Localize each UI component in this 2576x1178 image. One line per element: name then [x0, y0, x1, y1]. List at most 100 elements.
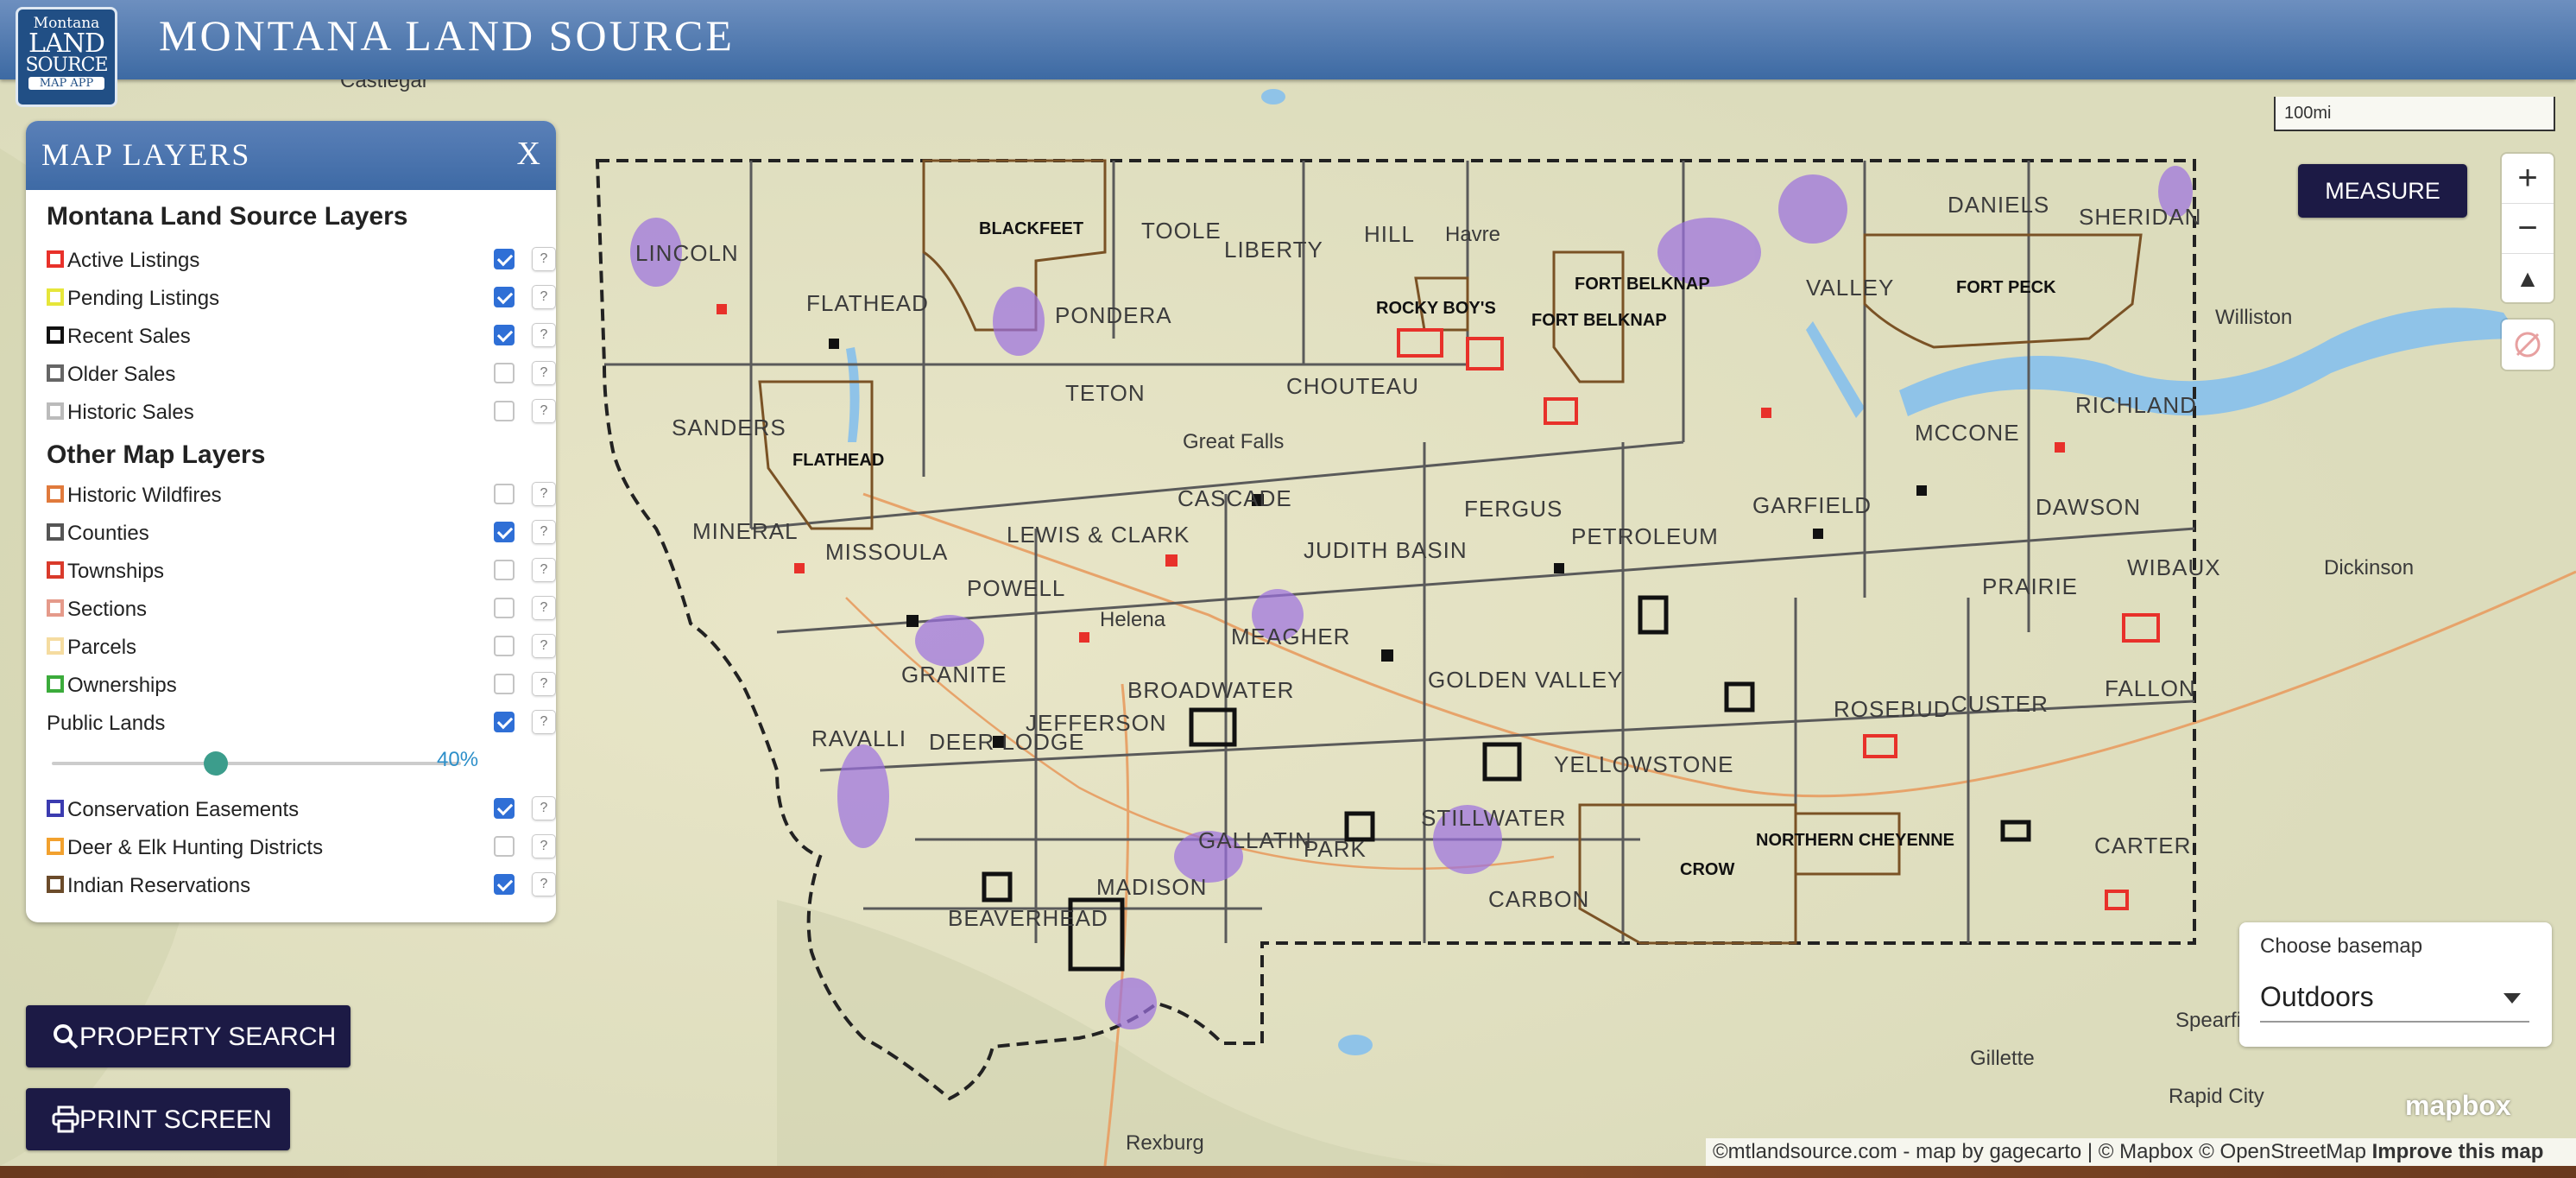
- county-label: LIBERTY: [1224, 237, 1323, 263]
- layer-checkbox[interactable]: [494, 484, 515, 504]
- layer-checkbox[interactable]: [494, 287, 515, 307]
- layer-row[interactable]: Historic Wildfires?: [47, 480, 556, 513]
- layer-row[interactable]: Recent Sales?: [47, 321, 556, 354]
- layer-checkbox[interactable]: [494, 363, 515, 383]
- layer-help-button[interactable]: ?: [532, 482, 556, 506]
- layer-checkbox[interactable]: [494, 798, 515, 819]
- panel-title: MAP LAYERS: [41, 137, 251, 172]
- layer-row[interactable]: Active Listings?: [47, 245, 556, 278]
- county-label: GRANITE: [901, 662, 1007, 687]
- layer-checkbox[interactable]: [494, 522, 515, 542]
- layer-checkbox[interactable]: [494, 874, 515, 895]
- layer-help-button[interactable]: ?: [532, 834, 556, 858]
- layer-checkbox[interactable]: [494, 560, 515, 580]
- layer-help-button[interactable]: ?: [532, 872, 556, 896]
- app-logo[interactable]: Montana LAND SOURCE MAP APP: [16, 7, 117, 107]
- layer-row[interactable]: Older Sales?: [47, 359, 556, 392]
- layer-checkbox[interactable]: [494, 325, 515, 345]
- county-label: ROSEBUD: [1834, 696, 1951, 722]
- measure-button[interactable]: MEASURE: [2298, 164, 2467, 218]
- layer-checkbox[interactable]: [494, 249, 515, 269]
- county-label: MISSOULA: [825, 539, 949, 565]
- layer-row[interactable]: Parcels?: [47, 632, 556, 665]
- opacity-slider-knob[interactable]: [203, 751, 228, 776]
- county-label: CARBON: [1488, 886, 1590, 912]
- county-label: PETROLEUM: [1571, 523, 1719, 549]
- layer-help-button[interactable]: ?: [532, 596, 556, 620]
- layer-help-button[interactable]: ?: [532, 285, 556, 309]
- lake: [1338, 1035, 1373, 1055]
- layer-label: Townships: [67, 560, 165, 583]
- attribution-text: ©mtlandsource.com - map by gagecarto | ©…: [1713, 1140, 2366, 1163]
- layer-label: Sections: [67, 598, 148, 621]
- opacity-slider[interactable]: [52, 751, 461, 776]
- layer-help-button[interactable]: ?: [532, 323, 556, 347]
- layer-help-button[interactable]: ?: [532, 520, 556, 544]
- layer-checkbox[interactable]: [494, 712, 515, 732]
- reservation-label: FORT PECK: [1956, 278, 2056, 297]
- layer-label: Active Listings: [67, 249, 200, 272]
- layer-label: Deer & Elk Hunting Districts: [67, 836, 324, 859]
- layer-swatch: [47, 800, 64, 817]
- county-label: SANDERS: [672, 415, 786, 440]
- layer-checkbox[interactable]: [494, 836, 515, 857]
- compass-button[interactable]: ▲: [2502, 254, 2554, 303]
- place-label: Rapid City: [2169, 1085, 2264, 1108]
- layer-help-button[interactable]: ?: [532, 672, 556, 696]
- basemap-label: Choose basemap: [2260, 934, 2423, 958]
- layer-row[interactable]: Indian Reservations?: [47, 871, 556, 903]
- layer-help-button[interactable]: ?: [532, 634, 556, 658]
- zoom-out-button[interactable]: −: [2502, 204, 2554, 254]
- layer-help-button[interactable]: ?: [532, 399, 556, 423]
- layer-checkbox[interactable]: [494, 598, 515, 618]
- layer-help-button[interactable]: ?: [532, 558, 556, 582]
- layer-row[interactable]: Pending Listings?: [47, 283, 556, 316]
- property-search-button[interactable]: PROPERTY SEARCH: [26, 1005, 350, 1067]
- reservation-label: NORTHERN CHEYENNE: [1756, 831, 1955, 850]
- reservation-label: FORT BELKNAP: [1575, 275, 1710, 294]
- reservation-label: FLATHEAD: [792, 451, 885, 470]
- place-label: Havre: [1445, 223, 1501, 246]
- layer-row[interactable]: Public Lands?: [47, 708, 556, 741]
- layer-label: Ownerships: [67, 674, 177, 697]
- layer-row[interactable]: Townships?: [47, 556, 556, 589]
- county-label: POWELL: [967, 575, 1066, 601]
- map-layers-panel: MAP LAYERS X Montana Land Source Layers …: [26, 121, 556, 922]
- geolocate-disabled-icon: [2515, 332, 2541, 358]
- layer-row[interactable]: Ownerships?: [47, 670, 556, 703]
- county-label: JUDITH BASIN: [1304, 537, 1468, 563]
- reservation-label: CROW: [1680, 860, 1735, 879]
- county-label: MINERAL: [692, 518, 799, 544]
- basemap-select[interactable]: Outdoors: [2260, 976, 2529, 1023]
- geolocate-button[interactable]: [2502, 320, 2554, 370]
- mapbox-logo[interactable]: mapbox: [2405, 1090, 2511, 1122]
- reservation-label: ROCKY BOY'S: [1376, 299, 1496, 318]
- improve-map-link[interactable]: Improve this map: [2372, 1140, 2544, 1163]
- scale-bar: 100mi: [2274, 97, 2555, 131]
- print-screen-button[interactable]: PRINT SCREEN: [26, 1088, 290, 1150]
- layer-help-button[interactable]: ?: [532, 361, 556, 385]
- zoom-in-button[interactable]: +: [2502, 154, 2554, 204]
- map-attribution: ©mtlandsource.com - map by gagecarto | ©…: [1706, 1138, 2576, 1166]
- layer-swatch: [47, 523, 64, 541]
- layer-row[interactable]: Sections?: [47, 594, 556, 627]
- county-label: MADISON: [1096, 874, 1208, 900]
- layer-row[interactable]: Deer & Elk Hunting Districts?: [47, 833, 556, 865]
- layer-help-button[interactable]: ?: [532, 796, 556, 820]
- county-label: DAWSON: [2036, 494, 2142, 520]
- layer-help-button[interactable]: ?: [532, 710, 556, 734]
- layer-checkbox[interactable]: [494, 674, 515, 694]
- layer-checkbox[interactable]: [494, 636, 515, 656]
- layer-row[interactable]: Historic Sales?: [47, 397, 556, 430]
- county-label: GOLDEN VALLEY: [1428, 667, 1624, 693]
- layer-help-button[interactable]: ?: [532, 247, 556, 271]
- county-label: PRAIRIE: [1982, 573, 2079, 599]
- county-label: SHERIDAN: [2079, 204, 2202, 230]
- county-label: TETON: [1065, 380, 1146, 406]
- layer-row[interactable]: Counties?: [47, 518, 556, 551]
- close-panel-button[interactable]: X: [517, 135, 540, 173]
- layer-row[interactable]: Conservation Easements?: [47, 795, 556, 827]
- county-label: FLATHEAD: [806, 290, 929, 316]
- county-label: LINCOLN: [635, 240, 739, 266]
- layer-checkbox[interactable]: [494, 401, 515, 421]
